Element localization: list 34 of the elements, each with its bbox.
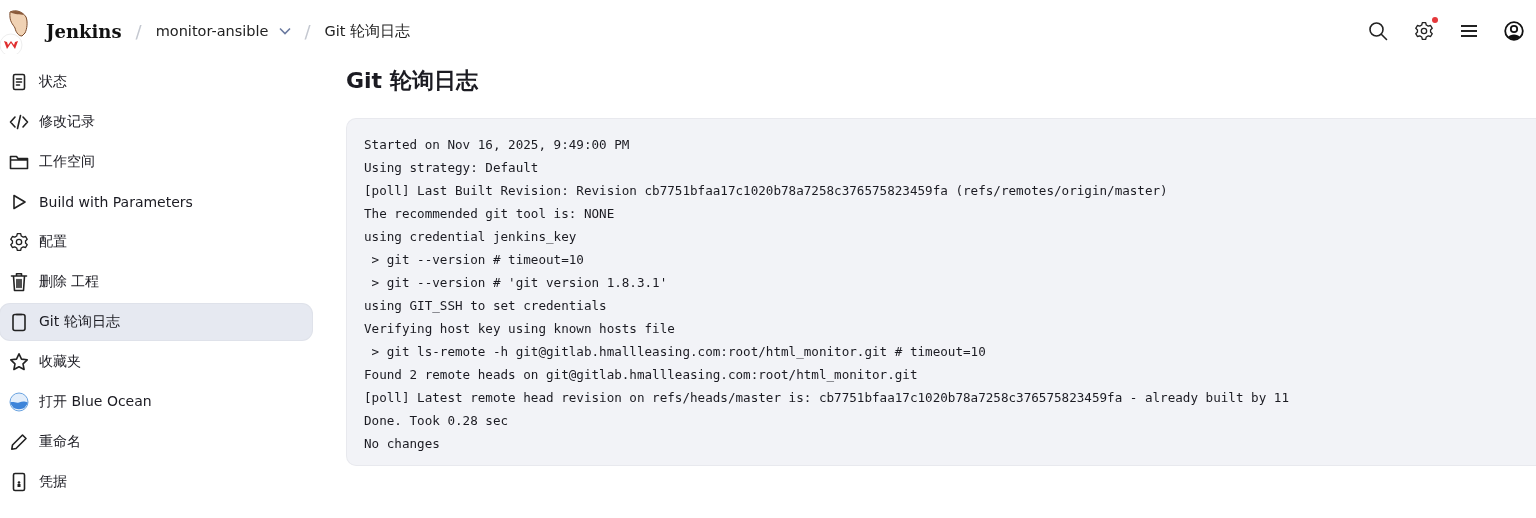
- menu-icon[interactable]: [1460, 24, 1478, 38]
- play-icon: [10, 193, 28, 211]
- sidebar-item[interactable]: Build with Parameters: [0, 184, 312, 220]
- sidebar-item[interactable]: 收藏夹: [0, 344, 312, 380]
- gear-icon: [9, 232, 29, 252]
- trash-icon: [10, 272, 28, 292]
- breadcrumb-link[interactable]: monitor-ansible: [155, 23, 291, 39]
- sidebar-item[interactable]: 配置: [0, 224, 312, 260]
- breadcrumb-separator: /: [135, 20, 142, 42]
- pencil-icon: [10, 433, 28, 451]
- document-icon: [10, 73, 28, 91]
- star-icon: [9, 352, 29, 372]
- polling-log: Started on Nov 16, 2025, 9:49:00 PM Using strategy: Default [poll] Last Built Revision: Revision cb7751bfaa17c1020b78a7258c376575823459fa (refs/remotes/origin/master) The recommended git tool is: NONE using credential jenkins_key > git --version # timeout=10 > git --version # 'git version 1.8.3.1' using GIT_SSH to set credentials Verifying host key using known hosts file > git ls-remote -h git@gitlab.hmallleasing.com:root/html_monitor.git # timeout=10 Found 2 remote heads on git@gitlab.hmallleasing.com:root/html_monitor.git [poll] Latest remote head revision on refs/heads/master is: cb7751bfaa17c1020b78a7258c376575823459fa - already built by 11 Done. Took 0.28 sec No changes: [346, 118, 1536, 466]
- sidebar-item[interactable]: Git 轮询日志: [0, 304, 312, 340]
- clipboard-icon: [10, 312, 28, 332]
- breadcrumb-separator: /: [304, 20, 311, 42]
- sidebar-item[interactable]: 凭据: [0, 464, 312, 500]
- sidebar-item[interactable]: 打开 Blue Ocean: [0, 384, 312, 420]
- phone-icon: [10, 472, 28, 492]
- breadcrumb-link[interactable]: Git 轮询日志: [324, 21, 411, 41]
- brand-name[interactable]: Jenkins: [46, 20, 122, 42]
- sidebar-item[interactable]: 重命名: [0, 424, 312, 460]
- folder-icon: [9, 153, 29, 171]
- page-title: Git 轮询日志: [346, 67, 479, 95]
- search-icon[interactable]: [1368, 21, 1388, 41]
- sidebar-item[interactable]: 修改记录: [0, 104, 312, 140]
- settings-icon[interactable]: [1414, 21, 1434, 41]
- user-icon[interactable]: [1504, 21, 1524, 41]
- sidebar-item[interactable]: 删除 工程: [0, 264, 312, 300]
- sidebar-item[interactable]: 状态: [0, 64, 312, 100]
- code-icon: [9, 113, 29, 131]
- chevron-down-icon[interactable]: [278, 27, 291, 35]
- sidebar-item[interactable]: 工作空间: [0, 144, 312, 180]
- ocean-icon: [9, 392, 29, 412]
